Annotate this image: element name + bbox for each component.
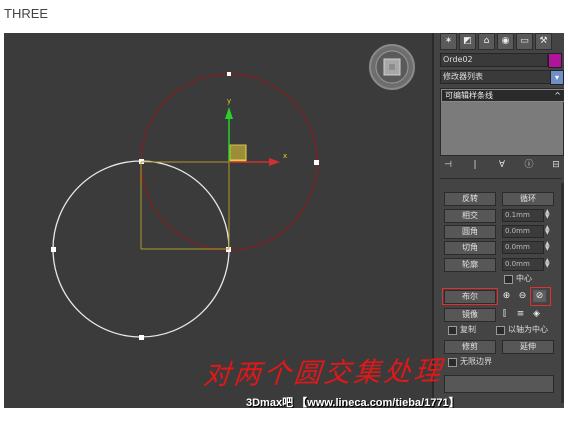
command-tabs: ✶ ◩ ⌂ ◉ ▭ ⚒: [440, 33, 562, 50]
mirror-vertical-icon[interactable]: ≡: [514, 308, 527, 320]
white-circle-vertex-bottom[interactable]: [139, 335, 144, 340]
infinite-bounds-label: 无限边界: [460, 357, 492, 366]
stack-item-editable-spline[interactable]: 可编辑样条线 ^: [441, 89, 564, 102]
highlight-box: [442, 288, 498, 305]
mirror-horizontal-icon[interactable]: ⫿: [498, 308, 511, 320]
boolean-subtract-icon[interactable]: ⊖: [516, 290, 529, 302]
mirror-both-icon[interactable]: ◈: [530, 308, 543, 320]
highlight-box: [530, 287, 551, 306]
about-pivot-label: 以轴为中心: [508, 325, 548, 334]
modifier-stack: 可编辑样条线 ^: [440, 88, 564, 156]
red-circle-vertex-top[interactable]: [227, 72, 231, 76]
command-panel: ✶ ◩ ⌂ ◉ ▭ ⚒ Orde02 修改器列表 ▾ 可编辑样条线 ^ ⊣ | …: [432, 33, 564, 408]
object-color-swatch[interactable]: [548, 53, 562, 68]
object-name-field[interactable]: Orde02: [440, 53, 548, 67]
red-circle-vertex-right[interactable]: [314, 160, 319, 165]
page-heading: THREE: [4, 6, 49, 21]
panel-scrollbar[interactable]: [561, 183, 564, 403]
gizmo-plane-handle[interactable]: [229, 144, 247, 162]
trim-button[interactable]: 修剪: [444, 340, 496, 354]
spinner-icon[interactable]: ▲ ▼: [545, 241, 550, 252]
viewcube-icon[interactable]: [369, 44, 415, 90]
show-end-result-icon[interactable]: |: [469, 159, 481, 171]
remove-modifier-icon[interactable]: ⓘ: [523, 159, 535, 171]
watermark: 3Dmax吧 【www.lineca.com/tieba/1771】: [246, 397, 460, 408]
about-pivot-checkbox[interactable]: [496, 326, 505, 335]
make-unique-icon[interactable]: ∀: [496, 159, 508, 171]
panel-button[interactable]: [444, 375, 554, 393]
outline-value-field[interactable]: 0.0mm: [502, 258, 544, 271]
chamfer-button[interactable]: 切角: [444, 241, 496, 255]
modifier-list-dropdown[interactable]: 修改器列表: [440, 70, 552, 84]
chevron-down-icon[interactable]: ▾: [550, 70, 564, 85]
utilities-tab-icon[interactable]: ⚒: [535, 33, 552, 50]
divider: [440, 178, 562, 179]
mirror-button[interactable]: 镜像: [444, 308, 496, 322]
configure-sets-icon[interactable]: ⊟: [550, 159, 562, 171]
chamfer-value-field[interactable]: 0.0mm: [502, 241, 544, 254]
pin-stack-icon[interactable]: ⊣: [442, 159, 454, 171]
copy-checkbox[interactable]: [448, 326, 457, 335]
gizmo-x-label: x: [283, 152, 287, 160]
center-label: 中心: [516, 274, 532, 283]
chevron-up-icon[interactable]: ^: [554, 90, 561, 101]
gizmo-y-label: y: [227, 97, 231, 105]
screenshot-image: y x ✶ ◩ ⌂ ◉ ▭ ⚒ Orde02 修改器列表 ▾ 可编辑样条线 ^ …: [4, 33, 564, 408]
intersect-button[interactable]: 相交: [444, 209, 496, 223]
fillet-value-field[interactable]: 0.0mm: [502, 225, 544, 238]
spinner-icon[interactable]: ▲ ▼: [545, 258, 550, 269]
display-tab-icon[interactable]: ▭: [516, 33, 533, 50]
extend-button[interactable]: 延伸: [502, 340, 554, 354]
outline-button[interactable]: 轮廓: [444, 258, 496, 272]
motion-tab-icon[interactable]: ◉: [497, 33, 514, 50]
fillet-button[interactable]: 圆角: [444, 225, 496, 239]
white-circle-vertex-left[interactable]: [51, 247, 56, 252]
stack-toolbar: ⊣ | ∀ ⓘ ⊟: [442, 159, 562, 171]
modify-tab-icon[interactable]: ◩: [459, 33, 476, 50]
gizmo-x-arrow[interactable]: [269, 158, 280, 166]
center-checkbox[interactable]: [504, 275, 513, 284]
stack-item-label: 可编辑样条线: [445, 91, 493, 100]
create-tab-icon[interactable]: ✶: [440, 33, 457, 50]
handwritten-annotation: 对两个圆交集处理: [202, 355, 446, 392]
boolean-union-icon[interactable]: ⊕: [500, 290, 513, 302]
cycle-button[interactable]: 循环: [502, 192, 554, 206]
reverse-button[interactable]: 反转: [444, 192, 496, 206]
spinner-icon[interactable]: ▲ ▼: [545, 225, 550, 236]
spinner-icon[interactable]: ▲ ▼: [545, 209, 550, 220]
infinite-bounds-checkbox[interactable]: [448, 358, 457, 367]
copy-label: 复制: [460, 325, 476, 334]
intersect-value-field[interactable]: 0.1mm: [502, 209, 544, 222]
hierarchy-tab-icon[interactable]: ⌂: [478, 33, 495, 50]
gizmo-y-arrow[interactable]: [225, 107, 233, 119]
